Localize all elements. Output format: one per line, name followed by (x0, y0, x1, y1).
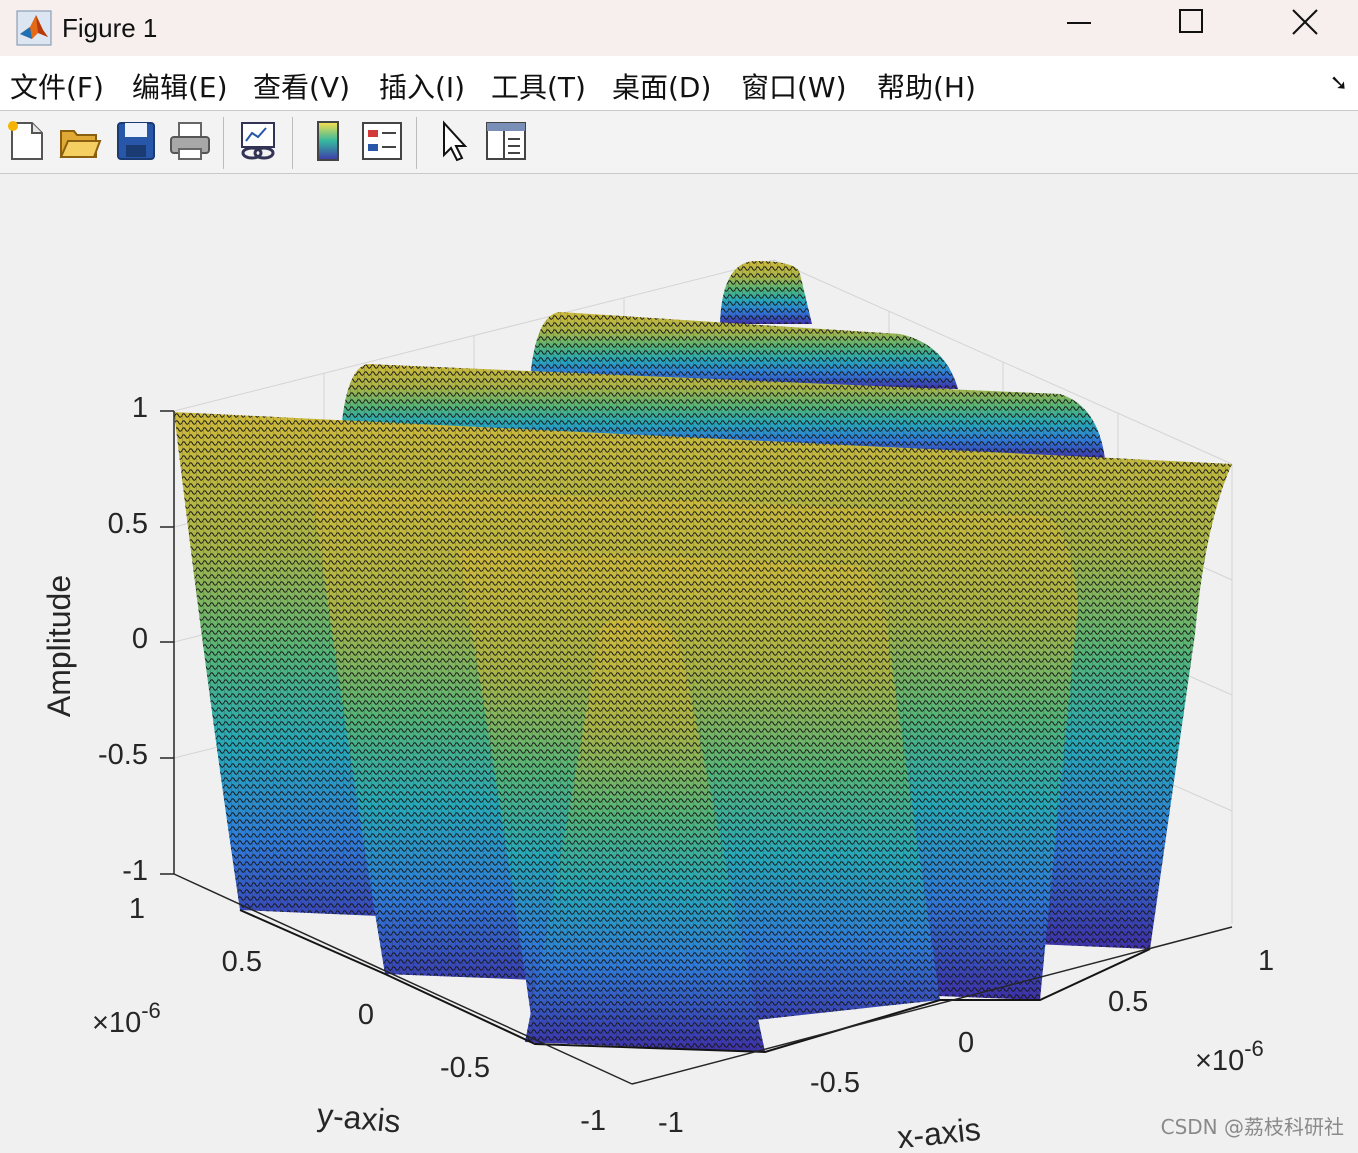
print-button[interactable] (168, 119, 212, 163)
menu-desktop[interactable]: 桌面(D) (612, 66, 711, 106)
x-tick-label: 0.5 (1108, 986, 1148, 1018)
surface-mesh (174, 261, 1232, 1054)
y-tick-label: -0.5 (440, 1052, 490, 1084)
maximize-icon (1179, 9, 1203, 33)
menu-window[interactable]: 窗口(W) (741, 66, 847, 106)
minimize-button[interactable] (1034, 0, 1124, 44)
new-figure-button[interactable] (4, 119, 48, 163)
pointer-button[interactable] (432, 119, 476, 163)
menu-file[interactable]: 文件(F) (10, 66, 104, 106)
z-tick-label: -1 (122, 855, 148, 887)
y-tick-label: 0.5 (222, 946, 262, 978)
toolbar (0, 111, 1358, 174)
close-button[interactable] (1260, 0, 1350, 44)
title-bar: Figure 1 (0, 0, 1358, 56)
y-tick-label: 1 (129, 893, 145, 925)
z-axis-ticks: 1 0.5 0 -0.5 -1 (98, 392, 174, 887)
x-tick-label: 1 (1258, 945, 1274, 977)
menu-tools[interactable]: 工具(T) (491, 66, 586, 106)
x-tick-label: -0.5 (810, 1067, 860, 1099)
x-axis-label: x-axis (895, 1111, 982, 1148)
toolbar-separator (223, 117, 224, 169)
toolbar-separator (416, 117, 417, 169)
z-tick-label: 0.5 (108, 508, 148, 540)
open-file-button[interactable] (58, 119, 102, 163)
menu-insert[interactable]: 插入(I) (379, 66, 465, 106)
minimize-icon (1067, 22, 1091, 24)
figure-canvas[interactable]: 1 0.5 0 -0.5 -1 1 0.5 0 -0.5 -1 ×10-6 y-… (0, 174, 1358, 1153)
menu-help[interactable]: 帮助(H) (877, 66, 976, 106)
y-axis-label: y-axis (316, 1096, 402, 1139)
toolbar-separator (292, 117, 293, 169)
menu-view[interactable]: 查看(V) (253, 66, 350, 106)
y-tick-label: 0 (358, 999, 374, 1031)
property-inspector-button[interactable] (484, 119, 528, 163)
x-multiplier: ×10-6 (1195, 1036, 1264, 1077)
z-axis-label: Amplitude (41, 575, 77, 717)
menu-edit[interactable]: 编辑(E) (132, 66, 228, 106)
save-button[interactable] (114, 119, 158, 163)
matlab-logo-icon (16, 10, 52, 46)
dock-arrow-icon[interactable]: ➘ (1330, 70, 1348, 96)
z-tick-label: -0.5 (98, 739, 148, 771)
x-tick-label: 0 (958, 1027, 974, 1059)
window-title: Figure 1 (62, 12, 158, 43)
surface-plot[interactable]: 1 0.5 0 -0.5 -1 1 0.5 0 -0.5 -1 ×10-6 y-… (0, 174, 1358, 1153)
y-multiplier: ×10-6 (92, 998, 161, 1039)
legend-button[interactable] (360, 119, 404, 163)
maximize-button[interactable] (1146, 0, 1236, 44)
link-plot-button[interactable] (236, 119, 280, 163)
colorbar-button[interactable] (306, 119, 350, 163)
x-tick-label: -1 (658, 1107, 684, 1139)
close-icon (1292, 9, 1318, 35)
z-tick-label: 0 (132, 623, 148, 655)
z-tick-label: 1 (132, 392, 148, 424)
y-tick-label: -1 (580, 1105, 606, 1137)
menu-bar: 文件(F) 编辑(E) 查看(V) 插入(I) 工具(T) 桌面(D) 窗口(W… (0, 56, 1358, 111)
watermark-text: CSDN @荔枝科研社 (1160, 1115, 1344, 1139)
